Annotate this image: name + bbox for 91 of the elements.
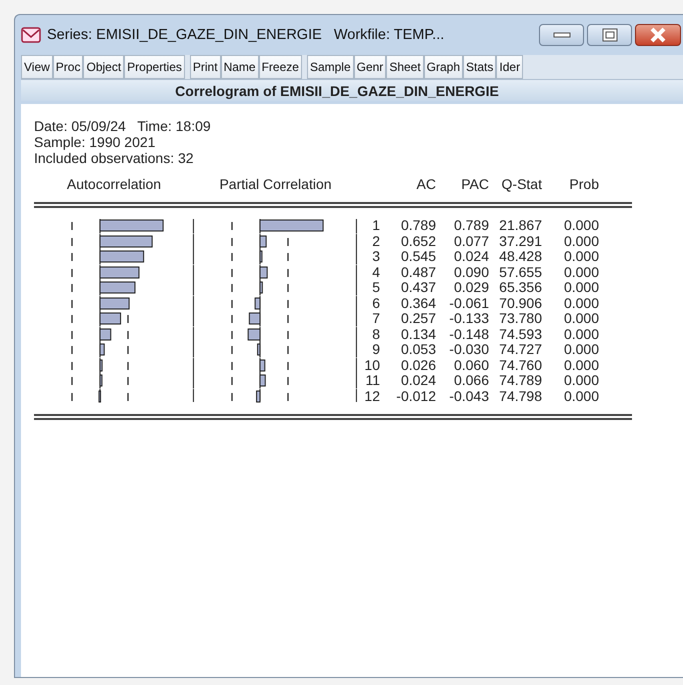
- table-cell-text: 9: [371, 342, 380, 358]
- table-cell-text: 0.000: [562, 373, 599, 388]
- table-cell-text: 0.026: [400, 358, 436, 373]
- table-cell-text: 0.024: [452, 249, 489, 264]
- toolbar-button[interactable]: Proc: [52, 55, 84, 79]
- column-header: Q-Stat: [500, 176, 542, 192]
- series-icon: [21, 27, 41, 43]
- table-cell-text: 0.029: [452, 280, 489, 296]
- table-cell-text: 4: [371, 264, 380, 280]
- toolbar-button[interactable]: Graph: [424, 55, 464, 79]
- column-header: PAC: [460, 176, 489, 192]
- table-cell-text: 8: [371, 326, 380, 342]
- table-cell-text: 70.906: [498, 296, 542, 311]
- table-cell-text: 0.000: [562, 311, 599, 326]
- table-cell-text: -0.030: [448, 342, 489, 358]
- column-header: Autocorrelation: [66, 176, 162, 192]
- table-cell-text: -0.012: [395, 388, 436, 404]
- close-icon: [649, 27, 667, 43]
- table-cell-text: 37.291: [498, 234, 542, 249]
- maximize-button[interactable]: [587, 24, 632, 46]
- table-cell-text: 0.000: [562, 218, 599, 234]
- table-cell-text: 0.000: [562, 264, 599, 280]
- table-cell-text: 7: [371, 311, 380, 326]
- toolbar-button[interactable]: Stats: [463, 55, 496, 79]
- table-cell-text: 0.487: [400, 264, 436, 280]
- info-line: Date: 05/09/24 Time: 18:09: [34, 118, 212, 134]
- table-cell-text: -0.043: [448, 388, 489, 404]
- table-cell-text: -0.061: [448, 296, 489, 311]
- table-cell-text: 0.000: [562, 358, 599, 373]
- table-cell-text: 11: [364, 373, 380, 388]
- toolbar-button[interactable]: Genr: [354, 55, 386, 79]
- table-cell-text: 74.789: [498, 373, 542, 388]
- table-cell-text: 0.060: [452, 358, 489, 373]
- toolbar-button[interactable]: Freeze: [258, 55, 302, 79]
- table-cell-text: 0.000: [562, 342, 599, 358]
- table-cell-text: 0.000: [562, 280, 599, 296]
- table-cell-text: 0.000: [562, 249, 599, 264]
- table-cell-text: 0.134: [400, 326, 436, 342]
- table-cell-text: 12: [363, 388, 380, 404]
- table-cell-text: 73.780: [498, 311, 542, 326]
- table-cell-text: 21.867: [498, 218, 542, 234]
- toolbar-button[interactable]: Sample: [306, 55, 354, 79]
- table-cell-text: 74.593: [498, 326, 542, 342]
- table-cell-text: 0.000: [562, 296, 599, 311]
- toolbar-button[interactable]: Ider: [496, 55, 524, 79]
- table-cell-text: 0.789: [452, 218, 489, 234]
- table-cell-text: 0.364: [400, 296, 436, 311]
- table-cell-text: -0.133: [448, 311, 489, 326]
- table-cell-text: 2: [371, 234, 380, 249]
- table-cell-text: 0.053: [400, 342, 436, 358]
- table-cell-text: 74.727: [498, 342, 542, 358]
- table-cell-text: 0.066: [452, 373, 489, 388]
- table-cell-text: 74.798: [498, 388, 542, 404]
- toolbar-button[interactable]: Print: [190, 55, 221, 79]
- column-header: Partial Correlation: [218, 176, 333, 192]
- toolbar-button[interactable]: Object: [83, 55, 124, 79]
- close-button[interactable]: [635, 24, 681, 46]
- table-cell-text: 0.000: [562, 326, 599, 342]
- table-cell-text: 1: [371, 218, 380, 234]
- table-cell-text: 0.000: [562, 388, 599, 404]
- window-title: Series: EMISII_DE_GAZE_DIN_ENERGIE Workfile: TEMP...: [47, 27, 444, 43]
- minimize-icon: [552, 32, 570, 38]
- table-cell-text: 3: [371, 249, 380, 264]
- column-header: AC: [416, 176, 436, 192]
- table-cell-text: 0.000: [562, 234, 599, 249]
- view-heading: Correlogram of EMISII_DE_GAZE_DIN_ENERGIE: [21, 79, 683, 101]
- table-cell-text: 0.090: [452, 264, 489, 280]
- toolbar-button[interactable]: View: [21, 55, 53, 79]
- info-line: Sample: 1990 2021: [34, 134, 156, 150]
- table-cell-text: 0.077: [452, 234, 489, 249]
- table-cell-text: 0.437: [400, 280, 436, 296]
- info-line: Included observations: 32: [34, 150, 195, 166]
- table-cell-text: 0.024: [400, 373, 436, 388]
- table-cell-text: 0.652: [400, 234, 436, 249]
- toolbar-button[interactable]: Sheet: [386, 55, 424, 79]
- maximize-icon: [602, 28, 618, 42]
- table-cell-text: 48.428: [498, 249, 542, 264]
- table-cell-text: -0.148: [448, 326, 489, 342]
- toolbar-button[interactable]: Properties: [124, 55, 185, 79]
- table-cell-text: 65.356: [498, 280, 542, 296]
- table-cell-text: 6: [371, 296, 380, 311]
- column-header: Prob: [568, 176, 599, 192]
- table-cell-text: 57.655: [498, 264, 542, 280]
- table-cell-text: 5: [371, 280, 380, 296]
- table-cell-text: 10: [363, 358, 380, 373]
- table-cell-text: 0.257: [400, 311, 436, 326]
- table-cell-text: 74.760: [498, 358, 542, 373]
- table-cell-text: 0.789: [400, 218, 436, 234]
- minimize-button[interactable]: [539, 24, 584, 46]
- table-cell-text: 0.545: [400, 249, 436, 264]
- toolbar-button[interactable]: Name: [220, 55, 259, 79]
